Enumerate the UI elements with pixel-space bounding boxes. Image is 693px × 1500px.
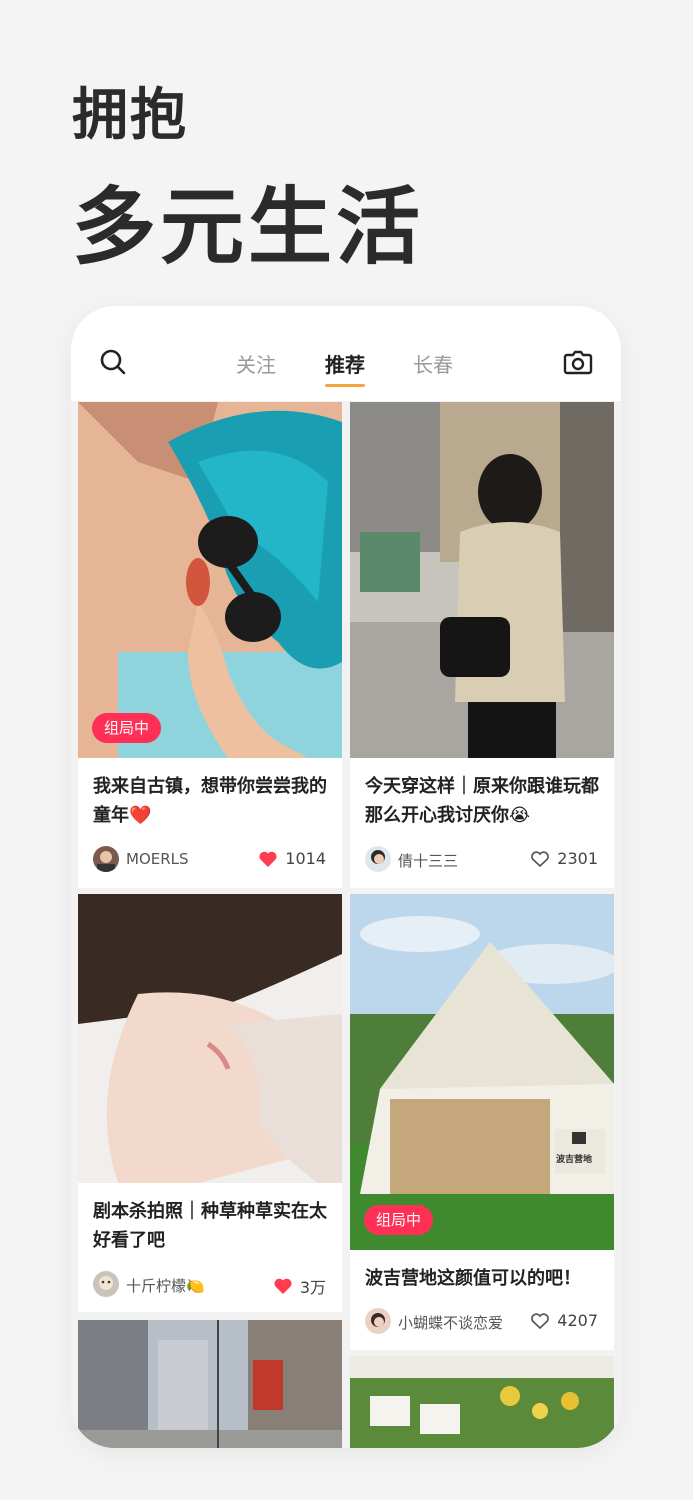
post-card[interactable] [78, 1320, 342, 1448]
post-image-street [78, 1320, 342, 1448]
avatar[interactable] [93, 1271, 119, 1297]
like-counter[interactable]: 1014 [258, 849, 326, 868]
post-image-warehouse [350, 402, 614, 758]
post-card[interactable]: 今天穿这样｜原来你跟谁玩都那么开心我讨厌你😭 倩十三三 2301 [350, 402, 614, 888]
avatar[interactable] [365, 846, 391, 872]
heart-filled-icon[interactable] [258, 850, 278, 868]
post-title: 我来自古镇，想带你尝尝我的童年❤️ [93, 776, 327, 826]
author-name[interactable]: 小蝴蝶不谈恋爱 [398, 1312, 503, 1333]
post-card[interactable] [350, 1356, 614, 1448]
post-title: 波吉营地这颜值可以的吧！ [365, 1268, 581, 1289]
search-icon[interactable] [99, 348, 127, 376]
author-name[interactable]: 倩十三三 [398, 850, 458, 871]
hero-line-2: 多元生活 [72, 178, 425, 276]
post-image-garden [350, 1356, 614, 1448]
tab-local-city[interactable]: 长春 [413, 349, 453, 378]
status-badge: 组局中 [364, 1205, 434, 1235]
camera-icon[interactable] [563, 348, 593, 376]
post-card[interactable]: 组局中 我来自古镇，想带你尝尝我的童年❤️ MOERLS 1014 [78, 402, 342, 888]
post-title: 今天穿这样｜原来你跟谁玩都那么开心我讨厌你😭 [365, 776, 599, 826]
like-count: 1014 [285, 849, 326, 868]
post-card[interactable]: 波吉营地 组局中 波吉营地这颜值可以的吧！ 小蝴蝶不谈恋爱 4207 [350, 894, 614, 1350]
hero-line-1: 拥抱 [72, 83, 188, 148]
author-name[interactable]: 十斤柠檬🍋 [126, 1275, 205, 1296]
post-image-portrait [78, 894, 342, 1183]
like-count: 3万 [299, 1278, 326, 1297]
heart-outline-icon[interactable] [530, 850, 550, 868]
tent-sign: 波吉营地 [556, 1155, 593, 1165]
tab-recommend[interactable]: 推荐 [325, 349, 365, 378]
post-card[interactable]: 剧本杀拍照｜种草种草实在太好看了吧 十斤柠檬🍋 3万 [78, 894, 342, 1312]
active-tab-indicator [325, 384, 365, 387]
like-counter[interactable]: 3万 [273, 1274, 326, 1298]
like-counter[interactable]: 4207 [530, 1311, 598, 1330]
status-badge: 组局中 [92, 713, 162, 743]
tab-follow[interactable]: 关注 [236, 349, 276, 378]
post-image-tent [350, 894, 614, 1250]
post-image-sunglasses [78, 402, 342, 758]
top-nav-bar: 关注 推荐 长春 [71, 306, 621, 401]
like-count: 4207 [557, 1311, 598, 1330]
like-count: 2301 [557, 849, 598, 868]
author-name[interactable]: MOERLS [126, 850, 189, 868]
phone-frame: 关注 推荐 长春 组局中 我来自古镇，想带你尝尝我的童年❤️ MOERLS 10… [71, 306, 621, 1448]
avatar[interactable] [93, 846, 119, 872]
avatar[interactable] [365, 1308, 391, 1334]
feed-grid: 组局中 我来自古镇，想带你尝尝我的童年❤️ MOERLS 1014 今天穿这样｜… [71, 401, 621, 1448]
post-title: 剧本杀拍照｜种草种草实在太好看了吧 [93, 1201, 327, 1251]
heart-filled-icon[interactable] [273, 1277, 293, 1295]
heart-outline-icon[interactable] [530, 1312, 550, 1330]
like-counter[interactable]: 2301 [530, 849, 598, 868]
